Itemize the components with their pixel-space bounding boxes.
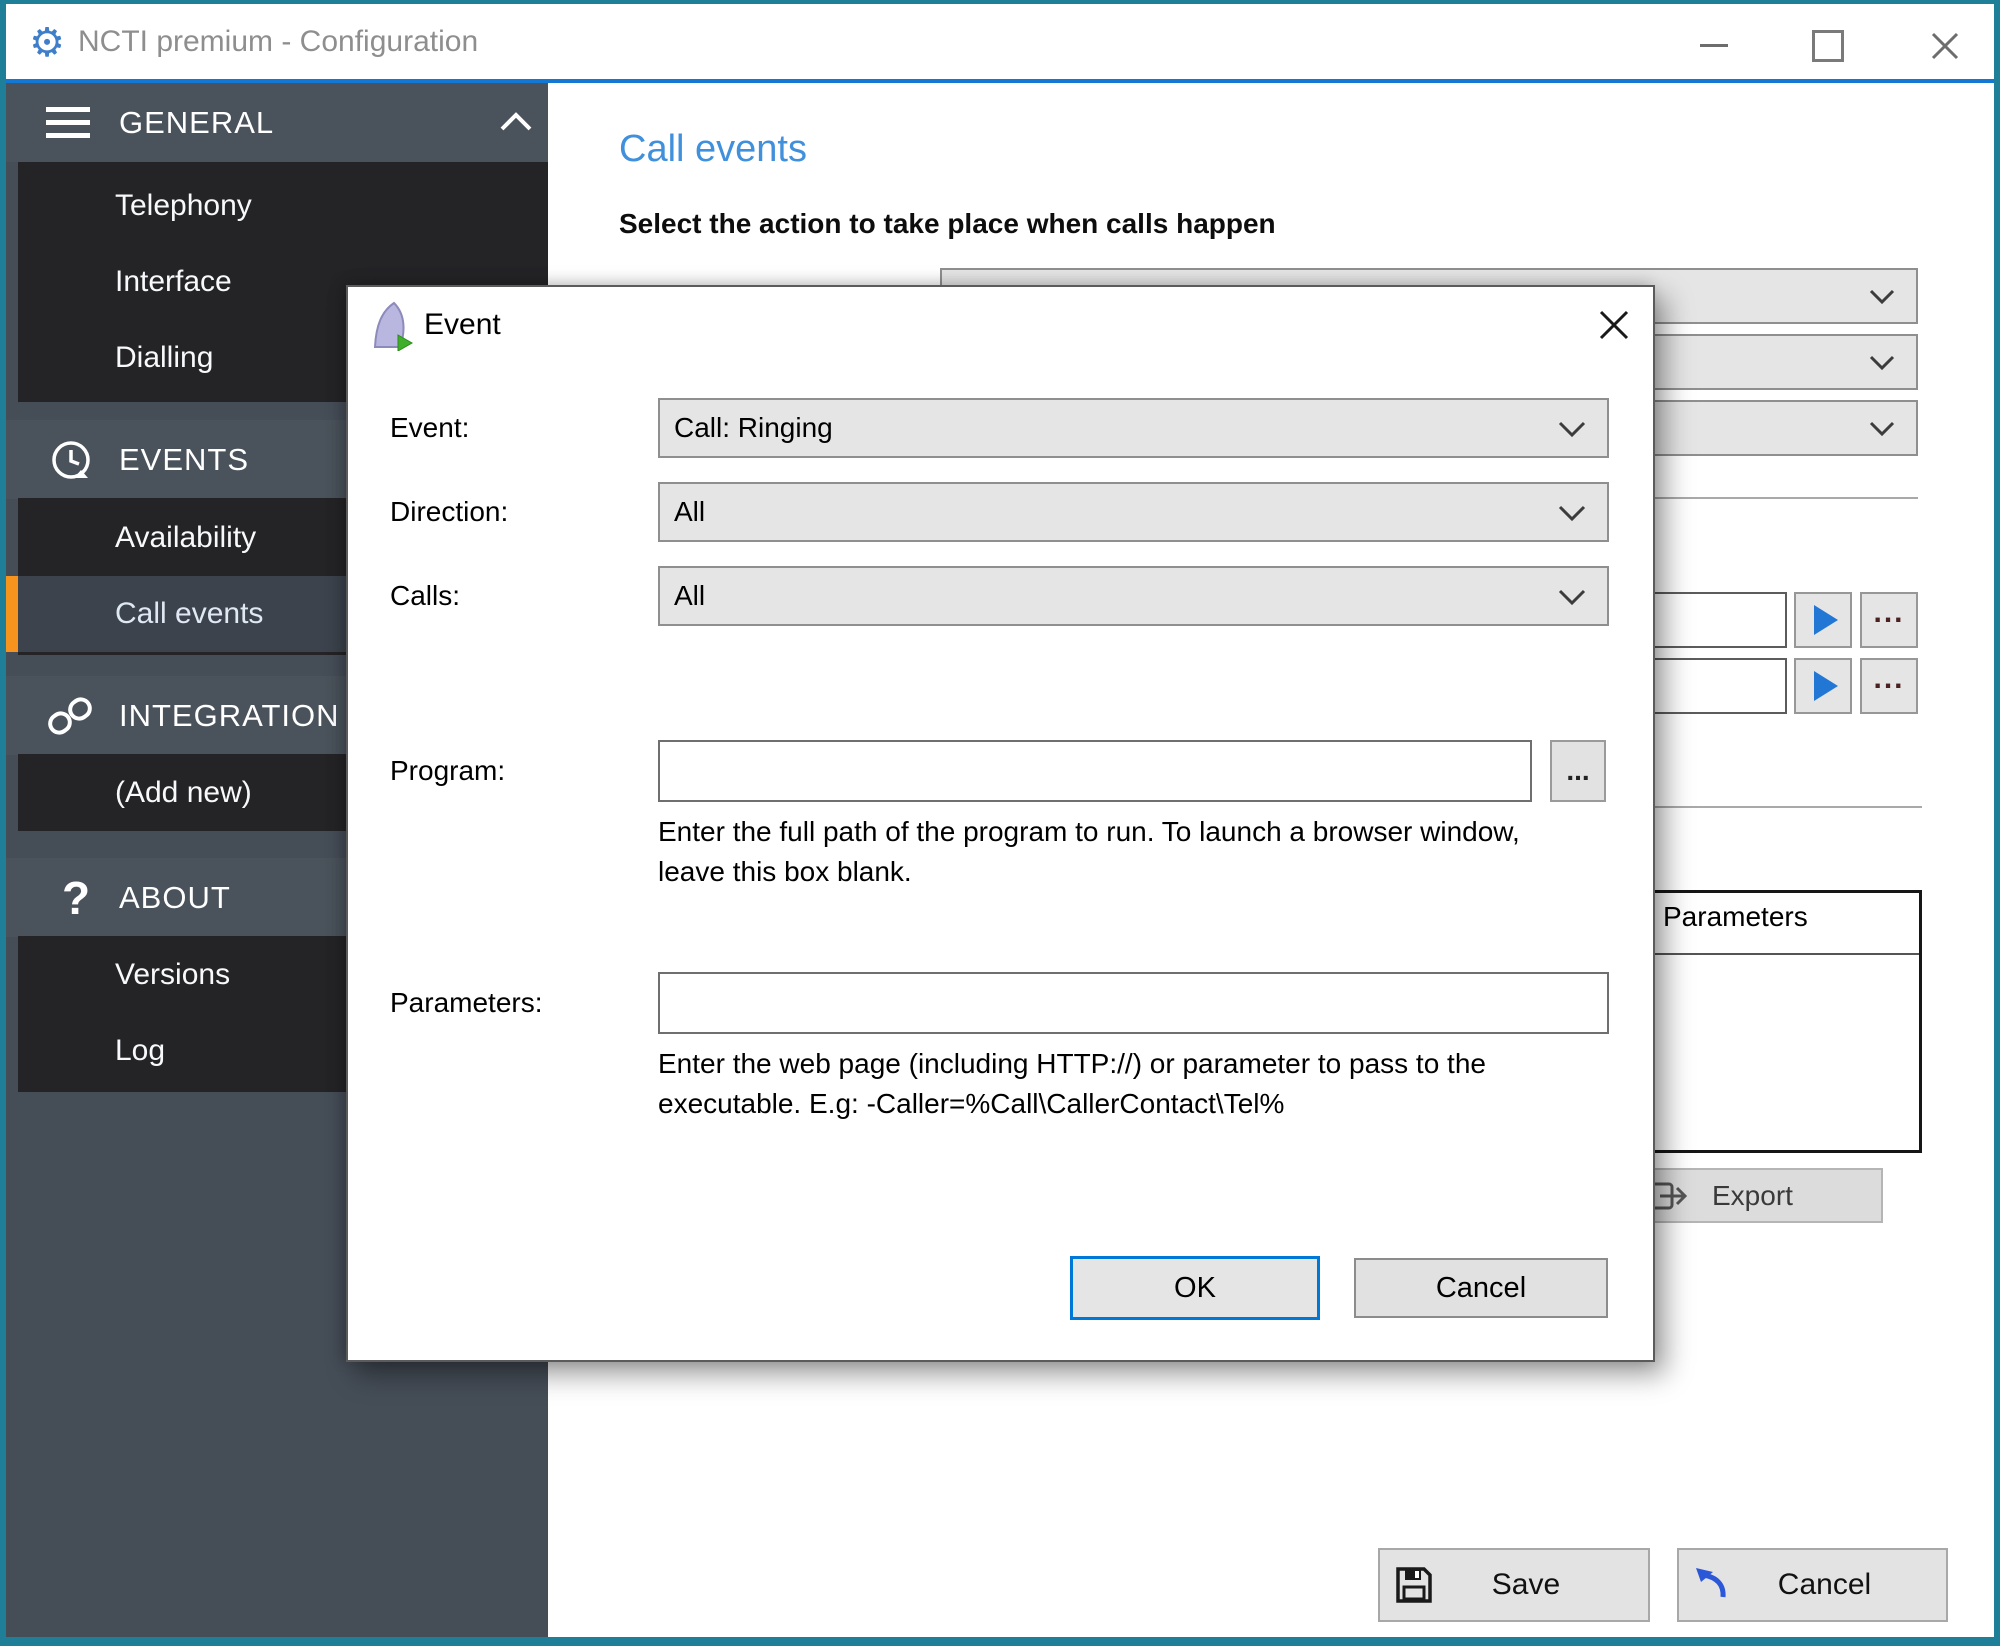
chain-link-icon <box>44 692 96 740</box>
events-history-icon <box>48 438 94 484</box>
sidebar-section-label: INTEGRATION <box>119 676 340 755</box>
page-title: Call events <box>619 128 807 171</box>
chevron-down-icon <box>1557 504 1587 524</box>
chevron-down-icon <box>1868 354 1896 372</box>
chevron-down-icon <box>1868 420 1896 438</box>
event-app-icon <box>372 301 414 351</box>
direction-field-label: Direction: <box>390 482 508 542</box>
play-button-2[interactable] <box>1794 658 1852 714</box>
maximize-icon <box>1812 30 1844 62</box>
gear-icon: ⚙ <box>24 20 70 66</box>
window-border-bottom <box>0 1637 2000 1646</box>
cancel-label: Cancel <box>1733 1568 1916 1602</box>
parameters-input[interactable] <box>660 974 1607 1032</box>
chevron-down-icon <box>1557 420 1587 440</box>
ok-button[interactable]: OK <box>1070 1256 1320 1320</box>
calls-dropdown-value: All <box>674 568 705 624</box>
play-icon <box>1814 605 1838 635</box>
parameters-column-header: Parameters <box>1663 901 1808 933</box>
window-border-right <box>1994 0 2000 1646</box>
page-subtitle: Select the action to take place when cal… <box>619 208 1276 240</box>
program-browse-button[interactable]: ... <box>1550 740 1606 802</box>
ellipsis-icon: ... <box>1873 603 1904 637</box>
sidebar-section-label: GENERAL <box>119 83 274 162</box>
close-icon <box>1595 306 1633 344</box>
app-window: ⚙ NCTI premium - Configuration GENERAL T… <box>0 0 2000 1646</box>
parameters-help-text: Enter the web page (including HTTP://) o… <box>658 1044 1538 1124</box>
titlebar: ⚙ NCTI premium - Configuration <box>6 4 1994 79</box>
direction-dropdown-value: All <box>674 484 705 540</box>
chevron-up-icon[interactable] <box>498 111 534 133</box>
event-dropdown-value: Call: Ringing <box>674 400 833 456</box>
export-label: Export <box>1712 1180 1793 1212</box>
save-floppy-icon <box>1394 1565 1434 1605</box>
event-dropdown[interactable]: Call: Ringing <box>658 398 1609 458</box>
dialog-title: Event <box>424 301 501 349</box>
hamburger-icon <box>46 107 90 138</box>
parameters-input-wrap <box>658 972 1609 1034</box>
dialog-cancel-button[interactable]: Cancel <box>1354 1258 1608 1318</box>
chevron-down-icon <box>1868 288 1896 306</box>
minimize-button[interactable] <box>1668 8 1760 83</box>
maximize-button[interactable] <box>1782 8 1874 83</box>
parameters-field-label: Parameters: <box>390 973 543 1033</box>
program-input-wrap <box>658 740 1532 802</box>
save-button[interactable]: Save <box>1378 1548 1650 1622</box>
chevron-down-icon <box>1557 588 1587 608</box>
window-title: NCTI premium - Configuration <box>78 4 478 79</box>
main-cancel-button[interactable]: Cancel <box>1677 1548 1948 1622</box>
window-border-top <box>0 0 2000 4</box>
window-border-left <box>0 0 6 1646</box>
play-button-1[interactable] <box>1794 592 1852 648</box>
minimize-icon <box>1700 44 1728 47</box>
event-field-label: Event: <box>390 398 469 458</box>
play-icon <box>1814 671 1838 701</box>
ellipsis-icon: ... <box>1873 669 1904 703</box>
browse-button-2[interactable]: ... <box>1860 658 1918 714</box>
sidebar-section-general[interactable]: GENERAL <box>6 83 548 162</box>
close-icon <box>1928 29 1962 63</box>
close-window-button[interactable] <box>1896 8 1994 83</box>
undo-arrow-icon <box>1693 1565 1733 1605</box>
calls-dropdown[interactable]: All <box>658 566 1609 626</box>
sidebar-section-label: EVENTS <box>119 420 249 499</box>
dialog-close-button[interactable] <box>1588 299 1640 351</box>
save-label: Save <box>1434 1568 1618 1602</box>
browse-button-1[interactable]: ... <box>1860 592 1918 648</box>
sidebar-item-telephony[interactable]: Telephony <box>18 168 548 244</box>
program-field-label: Program: <box>390 741 505 801</box>
sidebar-section-label: ABOUT <box>119 858 231 937</box>
event-dialog: Event Event: Call: Ringing Direction: Al… <box>346 285 1655 1362</box>
program-help-text: Enter the full path of the program to ru… <box>658 812 1538 892</box>
question-mark-icon: ? <box>54 858 98 937</box>
direction-dropdown[interactable]: All <box>658 482 1609 542</box>
calls-field-label: Calls: <box>390 566 460 626</box>
program-input[interactable] <box>660 742 1530 800</box>
